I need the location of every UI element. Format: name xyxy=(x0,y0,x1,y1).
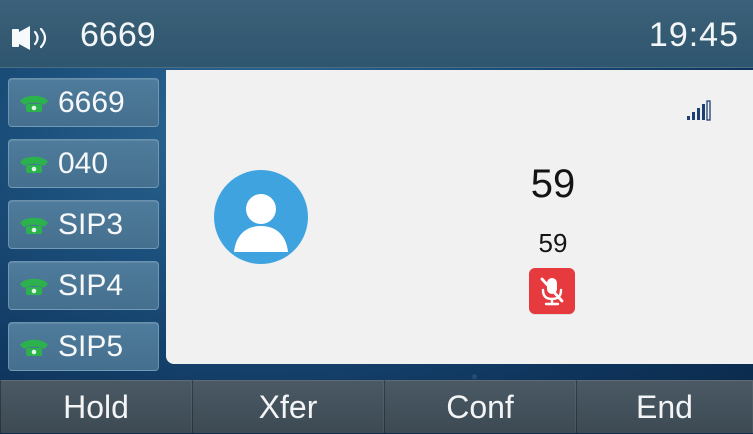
phone-handset-icon xyxy=(20,339,48,356)
line-key-3[interactable]: SIP3 xyxy=(8,200,159,249)
hold-button[interactable]: Hold xyxy=(0,380,192,433)
caller-number: 59 xyxy=(538,228,568,258)
phone-handset-icon xyxy=(20,278,48,295)
line-key-4[interactable]: SIP4 xyxy=(8,261,159,310)
softkey-bar: Hold Xfer Conf End xyxy=(0,380,753,433)
line-key-label: 040 xyxy=(58,147,109,180)
caller-name: 59 xyxy=(530,162,576,206)
microphone-muted-icon xyxy=(540,277,564,306)
line-key-5[interactable]: SIP5 xyxy=(8,322,159,371)
line-key-label: SIP3 xyxy=(58,208,124,241)
phone-handset-icon xyxy=(20,156,48,173)
transfer-button[interactable]: Xfer xyxy=(192,380,384,433)
conference-button[interactable]: Conf xyxy=(384,380,576,433)
contact-avatar-icon xyxy=(234,194,288,252)
phone-screen: 6669 19:45 6669 040 SIP3 SIP4 SIP5 59 59… xyxy=(0,0,753,433)
status-bar: 6669 19:45 xyxy=(0,0,753,68)
line-key-1[interactable]: 6669 xyxy=(8,78,159,127)
line-key-label: SIP5 xyxy=(58,330,124,363)
mute-button[interactable] xyxy=(529,268,575,314)
contact-avatar xyxy=(214,170,308,264)
phone-handset-icon xyxy=(20,217,48,234)
end-call-button[interactable]: End xyxy=(576,380,753,433)
speaker-volume-icon xyxy=(12,26,47,50)
line-key-label: 6669 xyxy=(58,86,125,119)
line-key-label: SIP4 xyxy=(58,269,124,302)
line-key-2[interactable]: 040 xyxy=(8,139,159,188)
clock-time: 19:45 xyxy=(648,16,739,54)
call-panel: 59 59 xyxy=(166,70,753,364)
phone-handset-icon xyxy=(20,95,48,112)
signal-strength-icon xyxy=(687,100,711,121)
active-line-number: 6669 xyxy=(80,16,156,54)
